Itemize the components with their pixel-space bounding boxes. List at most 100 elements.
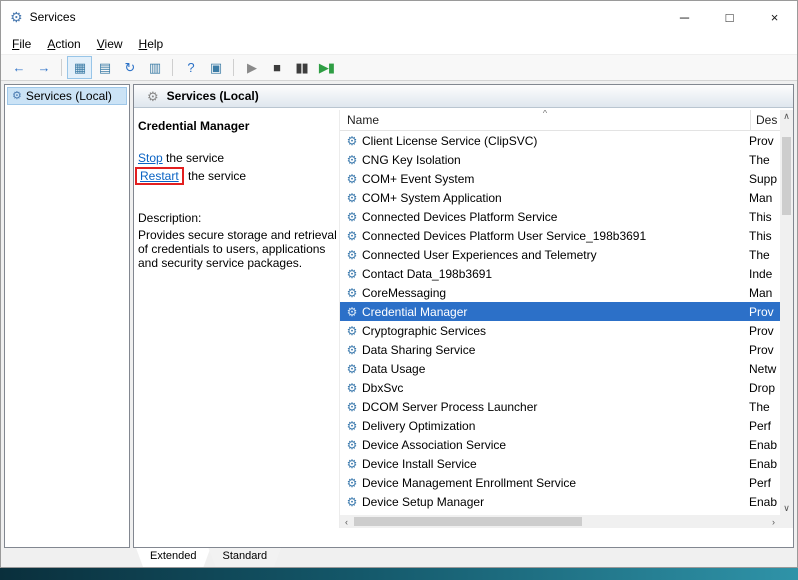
service-row[interactable]: ⚙ Device Association Service Enab — [340, 435, 780, 454]
vertical-scroll-thumb[interactable] — [782, 137, 791, 215]
menu-item[interactable]: Help — [131, 35, 172, 53]
column-header-name[interactable]: ^ Name — [340, 110, 751, 130]
horizontal-scroll-thumb[interactable] — [354, 517, 582, 526]
menu-item[interactable]: File — [4, 35, 39, 53]
restart-service-link[interactable]: Restart — [140, 169, 179, 183]
scrollbar-corner — [780, 515, 793, 528]
window-controls: ─ □ × — [662, 1, 797, 33]
toolbar-separator — [233, 59, 234, 76]
service-row[interactable]: ⚙ COM+ Event System Supp — [340, 169, 780, 188]
service-name: Connected User Experiences and Telemetry — [360, 248, 749, 262]
service-gear-icon: ⚙ — [344, 477, 360, 489]
menu-item[interactable]: Action — [39, 35, 88, 53]
pause-service-button[interactable]: ▮▮ — [289, 56, 314, 79]
toolbar-button-icon: ← — [13, 61, 25, 74]
service-name: DbxSvc — [360, 381, 749, 395]
column-header-description[interactable]: Des — [751, 110, 780, 130]
refresh-button[interactable]: ↻ — [117, 56, 142, 79]
service-row[interactable]: ⚙ Connected Devices Platform Service Thi… — [340, 207, 780, 226]
service-row[interactable]: ⚙ DCOM Server Process Launcher The — [340, 397, 780, 416]
service-name: Device Install Service — [360, 457, 749, 471]
view-tabs: Extended Standard — [133, 548, 794, 567]
service-gear-icon: ⚙ — [344, 420, 360, 432]
list-columns-area: ^ Name Des — [340, 110, 780, 515]
export-list-button[interactable]: ▥ — [142, 56, 167, 79]
service-description: Enab — [749, 495, 780, 509]
vertical-scroll-track[interactable] — [780, 123, 793, 502]
service-row[interactable]: ⚙ Cryptographic Services Prov — [340, 321, 780, 340]
properties-window-button[interactable]: ▣ — [203, 56, 228, 79]
properties-button[interactable]: ▤ — [92, 56, 117, 79]
toolbar-button-icon: ? — [187, 61, 193, 74]
list-scroll-area: ^ Name Des — [340, 110, 793, 515]
service-row[interactable]: ⚙ Connected Devices Platform User Servic… — [340, 226, 780, 245]
console-main-area: ⚙ Services (Local) ⚙ Services (Local) Cr… — [1, 81, 797, 567]
tree-item-label: Services (Local) — [26, 89, 112, 103]
service-name: Device Setup Manager — [360, 495, 749, 509]
service-row[interactable]: ⚙ Device Management Enrollment Service P… — [340, 473, 780, 492]
scroll-left-arrow-icon[interactable]: ‹ — [340, 515, 353, 528]
toolbar-button-icon: → — [38, 61, 50, 74]
service-row[interactable]: ⚙ Device Setup Manager Enab — [340, 492, 780, 511]
service-row[interactable]: ⚙ Credential Manager Prov — [340, 302, 780, 321]
help-button[interactable]: ? — [178, 56, 203, 79]
service-row[interactable]: ⚙ Connected User Experiences and Telemet… — [340, 245, 780, 264]
toolbar-button-icon: ▶ — [247, 61, 256, 74]
minimize-button[interactable]: ─ — [662, 1, 707, 33]
service-gear-icon: ⚙ — [344, 401, 360, 413]
console-tree-pane: ⚙ Services (Local) — [4, 84, 130, 548]
desktop-background-strip — [0, 568, 798, 580]
close-button[interactable]: × — [752, 1, 797, 33]
service-gear-icon: ⚙ — [344, 496, 360, 508]
services-list-view: ^ Name Des — [339, 110, 793, 528]
service-row[interactable]: ⚙ CoreMessaging Man — [340, 283, 780, 302]
scroll-down-arrow-icon[interactable]: ∨ — [780, 502, 793, 515]
service-description: Enab — [749, 438, 780, 452]
service-name: COM+ Event System — [360, 172, 749, 186]
stop-service-button[interactable]: ■ — [264, 56, 289, 79]
restart-service-button[interactable]: ▶▮ — [314, 56, 339, 79]
service-detail-panel: Credential Manager Stop the service Rest… — [134, 108, 339, 547]
tab-extended[interactable]: Extended — [136, 548, 210, 567]
toolbar-button-icon: ▣ — [210, 61, 221, 74]
service-gear-icon: ⚙ — [344, 249, 360, 261]
service-row[interactable]: ⚙ DbxSvc Drop — [340, 378, 780, 397]
toolbar-separator — [61, 59, 62, 76]
service-row[interactable]: ⚙ Data Usage Netw — [340, 359, 780, 378]
back-button[interactable]: ← — [6, 56, 31, 79]
service-name: Connected Devices Platform User Service_… — [360, 229, 749, 243]
services-app-icon: ⚙ — [10, 10, 23, 24]
vertical-scrollbar[interactable]: ∧ ∨ — [780, 110, 793, 515]
service-list: ⚙ Client License Service (ClipSVC) Prov … — [340, 131, 780, 515]
restart-suffix-text: the service — [185, 169, 246, 183]
scroll-up-arrow-icon[interactable]: ∧ — [780, 110, 793, 123]
start-service-button[interactable]: ▶ — [239, 56, 264, 79]
horizontal-scroll-track[interactable] — [353, 515, 767, 528]
service-name: Credential Manager — [360, 305, 749, 319]
tree-item-services-local[interactable]: ⚙ Services (Local) — [7, 87, 127, 105]
description-text: Provides secure storage and retrieval of… — [138, 228, 339, 270]
service-description: Prov — [749, 343, 780, 357]
service-row[interactable]: ⚙ Delivery Optimization Perf — [340, 416, 780, 435]
content-column: ⚙ Services (Local) Credential Manager St… — [133, 84, 794, 567]
show-hide-console-tree-button[interactable]: ▦ — [67, 56, 92, 79]
service-row[interactable]: ⚙ Contact Data_198b3691 Inde — [340, 264, 780, 283]
service-row[interactable]: ⚙ Device Install Service Enab — [340, 454, 780, 473]
forward-button[interactable]: → — [31, 56, 56, 79]
annotation-highlight-box: Restart — [135, 167, 184, 185]
screen: ⚙ Services ─ □ × File Action View Help — [0, 0, 798, 580]
toolbar-button-icon: ▦ — [74, 61, 85, 74]
service-row[interactable]: ⚙ Data Sharing Service Prov — [340, 340, 780, 359]
horizontal-scrollbar[interactable]: ‹ › — [340, 515, 780, 528]
scroll-right-arrow-icon[interactable]: › — [767, 515, 780, 528]
service-description: Perf — [749, 476, 780, 490]
menu-item[interactable]: View — [89, 35, 131, 53]
tab-standard[interactable]: Standard — [208, 548, 281, 567]
service-row[interactable]: ⚙ Client License Service (ClipSVC) Prov — [340, 131, 780, 150]
maximize-button[interactable]: □ — [707, 1, 752, 33]
service-row[interactable]: ⚙ COM+ System Application Man — [340, 188, 780, 207]
service-row[interactable]: ⚙ CNG Key Isolation The — [340, 150, 780, 169]
toolbar-separator — [172, 59, 173, 76]
toolbar: ← → ▦ ▤ ↻ — [1, 54, 797, 81]
stop-service-link[interactable]: Stop — [138, 151, 163, 165]
